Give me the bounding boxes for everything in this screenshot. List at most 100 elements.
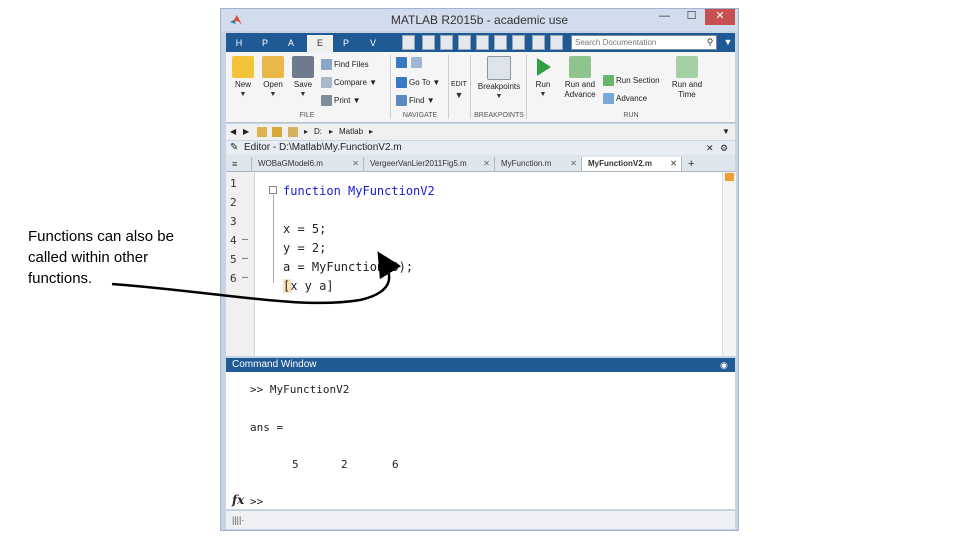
chevron-down-icon: ▼ <box>454 90 464 100</box>
find-files-button[interactable]: Find Files <box>321 58 369 72</box>
quick-access-paste-icon[interactable] <box>476 35 489 50</box>
back-forward-buttons[interactable] <box>396 56 424 70</box>
command-output-ans: ans = <box>250 421 284 434</box>
editor-tab[interactable]: MyFunction.m ✕ <box>495 157 582 171</box>
print-button[interactable]: Print ▼ <box>321 94 361 108</box>
go-to-button[interactable]: Go To ▼ <box>396 76 440 90</box>
quick-access-cut-icon[interactable] <box>440 35 453 50</box>
search-documentation-input[interactable]: Search Documentation <box>571 35 717 50</box>
maximize-button[interactable]: ☐ <box>678 9 705 25</box>
quick-access-help-icon[interactable] <box>550 35 563 50</box>
compare-button[interactable]: Compare ▼ <box>321 76 377 90</box>
quick-access-undo-icon[interactable] <box>494 35 507 50</box>
line-number: 1 <box>230 177 237 190</box>
browse-folder-icon[interactable] <box>272 127 282 137</box>
tab-editor[interactable]: E <box>307 35 333 52</box>
breakpoints-button[interactable]: Breakpoints ▼ <box>476 56 522 102</box>
edit-label: EDIT <box>451 81 467 88</box>
run-and-time-icon <box>676 56 698 78</box>
path-separator-icon: ▸ <box>369 127 374 136</box>
line-number: 3 <box>230 215 237 228</box>
print-label: Print <box>334 96 351 105</box>
tab-view[interactable]: V <box>360 35 386 52</box>
path-folder[interactable]: Matlab <box>339 124 363 140</box>
run-button[interactable]: Run ▼ <box>526 56 560 100</box>
command-output-value: 5 <box>292 458 299 471</box>
breakpoints-label: Breakpoints <box>477 82 521 91</box>
close-icon[interactable]: ✕ <box>570 157 577 171</box>
tab-plots[interactable]: P <box>252 35 278 52</box>
path-dropdown-icon[interactable]: ▼ <box>722 124 730 140</box>
close-icon[interactable]: ✕ <box>352 157 359 171</box>
run-section-button[interactable]: Run Section <box>603 74 660 88</box>
run-and-advance-button[interactable]: Run and Advance <box>560 56 600 100</box>
quick-access-switch-icon[interactable] <box>532 35 545 50</box>
close-icon[interactable]: ✕ <box>670 157 677 171</box>
search-icon[interactable]: ⚲ <box>704 36 716 48</box>
tab-nav-icon[interactable]: ≡ <box>226 157 252 171</box>
open-folder-icon <box>262 56 284 78</box>
path-separator-icon: ▸ <box>329 127 334 136</box>
advance-label: Advance <box>616 94 648 103</box>
find-files-icon <box>321 59 332 71</box>
run-and-time-button[interactable]: Run and Time <box>668 56 706 100</box>
add-tab-button[interactable]: + <box>682 157 702 171</box>
command-window-menu-icon[interactable]: ◉ <box>720 358 728 372</box>
command-output-value: 2 <box>341 458 348 471</box>
editor-tab[interactable]: WOBaGModel6.m ✕ <box>252 157 364 171</box>
new-icon <box>232 56 254 78</box>
quick-access-new-icon[interactable] <box>402 35 415 50</box>
close-button[interactable]: ✕ <box>705 9 735 25</box>
tab-apps[interactable]: A <box>278 35 304 52</box>
path-separator-icon: ▸ <box>304 127 309 136</box>
quick-access-redo-icon[interactable] <box>512 35 525 50</box>
minimize-button[interactable]: — <box>651 9 678 25</box>
code-line: y = 2; <box>283 241 327 255</box>
command-window[interactable]: >> MyFunctionV2 ans = 5 2 6 fx >> <box>226 372 735 509</box>
path-drive[interactable]: D: <box>314 124 322 140</box>
warning-marker[interactable] <box>725 173 734 181</box>
close-icon[interactable]: ✕ <box>483 157 490 171</box>
go-to-label: Go To <box>409 78 431 87</box>
code-editor[interactable]: 1 2 3 4 5 6 — — — function MyFunctionV2 … <box>226 172 722 356</box>
arrow-right-icon <box>411 57 423 69</box>
filter-icon[interactable]: ▼ <box>722 36 734 49</box>
chevron-down-icon: ▼ <box>495 93 503 100</box>
forward-arrow-icon[interactable]: ▶ <box>243 124 249 140</box>
editor-tab-active[interactable]: MyFunctionV2.m ✕ <box>582 157 682 171</box>
advance-button[interactable]: Advance <box>603 92 647 106</box>
breakpoint-dash[interactable]: — <box>242 272 248 283</box>
breakpoint-dash[interactable]: — <box>242 234 248 245</box>
quick-access-copy-icon[interactable] <box>458 35 471 50</box>
find-button[interactable]: Find ▼ <box>396 94 435 108</box>
editor-menu-icon[interactable]: ⚙ <box>720 141 728 155</box>
function-browser-icon[interactable]: fx <box>232 493 244 507</box>
command-output-value: 6 <box>392 458 399 471</box>
back-arrow-icon[interactable]: ◀ <box>230 124 236 140</box>
run-label: Run <box>535 80 551 89</box>
compare-label: Compare <box>334 78 367 87</box>
code-line: x = 5; <box>283 222 327 236</box>
editor-actions-icon[interactable]: ✕ <box>706 141 714 155</box>
tab-publish[interactable]: P <box>333 35 359 52</box>
editor-tab[interactable]: VergeerVanLier2011Fig5.m ✕ <box>364 157 495 171</box>
status-bar-grip: ||||· <box>232 515 245 525</box>
editor-title: Editor - D:\Matlab\My.FunctionV2.m <box>244 142 402 153</box>
editor-scrollbar[interactable] <box>722 172 736 356</box>
new-button[interactable]: New ▼ <box>226 56 260 100</box>
code-fold-icon[interactable] <box>269 186 277 194</box>
print-icon <box>321 95 332 107</box>
breakpoint-dash[interactable]: — <box>242 253 248 264</box>
pencil-icon: ✎ <box>230 142 239 153</box>
save-button[interactable]: Save ▼ <box>286 56 320 100</box>
tab-home[interactable]: H <box>226 35 252 52</box>
run-and-advance-label-line2: Advance <box>564 90 596 99</box>
command-prompt[interactable]: >> <box>250 495 263 508</box>
edit-button[interactable]: EDIT ▼ <box>448 80 470 100</box>
ribbon-separator <box>390 55 391 119</box>
code-line: a = MyFunction(3); <box>283 260 414 274</box>
open-button[interactable]: Open ▼ <box>256 56 290 100</box>
quick-access-save-icon[interactable] <box>422 35 435 50</box>
run-section-icon <box>603 75 614 87</box>
up-folder-icon[interactable] <box>257 127 267 137</box>
